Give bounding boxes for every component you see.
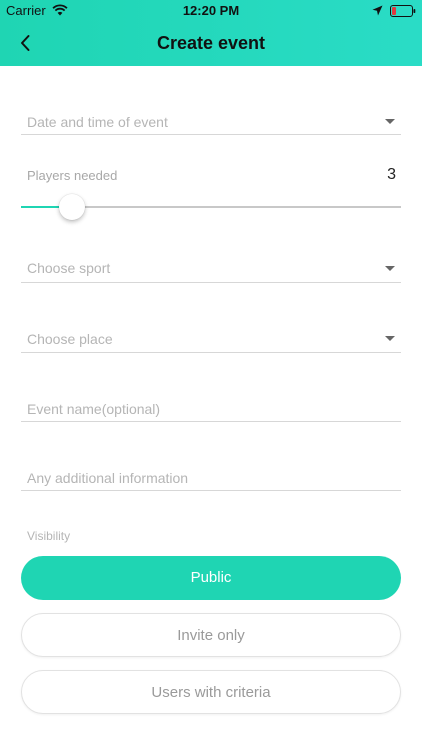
battery-icon: [390, 5, 416, 17]
date-time-dropdown[interactable]: Date and time of event: [21, 100, 401, 135]
visibility-public-button[interactable]: Public: [21, 556, 401, 600]
visibility-label: Visibility: [27, 529, 71, 543]
slider-thumb[interactable]: [59, 194, 86, 220]
players-needed-label: Players needed: [27, 168, 118, 183]
additional-info-input[interactable]: Any additional information: [21, 457, 401, 491]
status-bar: Carrier 12:20 PM: [0, 0, 422, 22]
additional-info-placeholder: Any additional information: [27, 470, 189, 486]
choose-sport-placeholder: Choose sport: [27, 260, 111, 276]
visibility-invite-only-button[interactable]: Invite only: [21, 613, 401, 657]
choose-place-dropdown[interactable]: Choose place: [21, 318, 401, 353]
caret-down-icon: [385, 119, 395, 124]
app-header: Carrier 12:20 PM Create event: [0, 0, 422, 66]
date-time-placeholder: Date and time of event: [27, 114, 168, 130]
players-slider[interactable]: [21, 193, 401, 221]
caret-down-icon: [385, 266, 395, 271]
event-name-input[interactable]: Event name(optional): [21, 388, 401, 422]
players-needed-value: 3: [387, 166, 396, 183]
event-name-placeholder: Event name(optional): [27, 401, 161, 417]
choose-place-placeholder: Choose place: [27, 331, 113, 347]
location-arrow-icon: [372, 5, 383, 16]
visibility-users-with-criteria-button[interactable]: Users with criteria: [21, 670, 401, 714]
status-time: 12:20 PM: [182, 3, 240, 18]
caret-down-icon: [385, 336, 395, 341]
page-title: Create event: [156, 33, 266, 53]
choose-sport-dropdown[interactable]: Choose sport: [21, 248, 401, 283]
